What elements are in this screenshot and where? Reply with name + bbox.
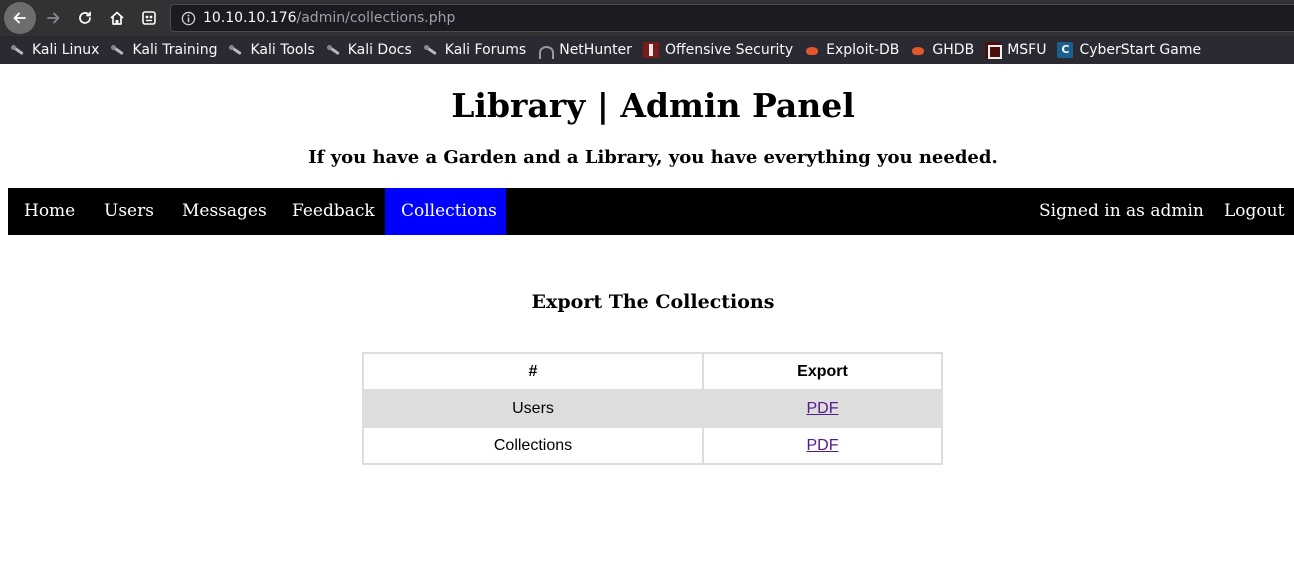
reload-icon <box>79 11 91 24</box>
kali-dragon-icon <box>228 42 244 58</box>
bookmark-cyberstart[interactable]: C CyberStart Game <box>1057 42 1201 58</box>
bookmark-kali-docs[interactable]: Kali Docs <box>326 42 412 58</box>
kali-dragon-icon <box>10 42 26 58</box>
table-row: Users PDF <box>362 389 943 428</box>
reader-view-button[interactable] <box>134 3 164 33</box>
home-icon <box>110 11 124 25</box>
bookmark-label: NetHunter <box>559 42 632 58</box>
bookmark-kali-training[interactable]: Kali Training <box>110 42 217 58</box>
nav-home[interactable]: Home <box>8 188 91 235</box>
nav-messages[interactable]: Messages <box>166 188 283 235</box>
nav-logout[interactable]: Logout <box>1208 188 1294 235</box>
signed-in-status: Signed in as admin <box>1039 201 1204 221</box>
export-table: # Export Users PDF Collections PDF <box>362 352 943 465</box>
bookmark-label: CyberStart Game <box>1079 42 1202 58</box>
kali-dragon-icon <box>326 42 342 58</box>
reload-button[interactable] <box>70 3 100 33</box>
back-arrow-icon <box>13 12 26 24</box>
home-button[interactable] <box>102 3 132 33</box>
cyberstart-icon: C <box>1057 42 1074 58</box>
back-button[interactable] <box>4 2 36 34</box>
main-navbar: Home Users Messages Feedback Collections… <box>8 188 1294 235</box>
url-text[interactable]: 10.10.10.176/admin/collections.php <box>203 10 455 26</box>
bookmark-kali-forums[interactable]: Kali Forums <box>423 42 526 58</box>
bookmark-label: Exploit-DB <box>826 42 900 58</box>
url-host: 10.10.10.176 <box>203 10 297 26</box>
forward-arrow-icon <box>47 12 60 24</box>
reader-icon <box>142 11 156 25</box>
bookmark-exploit-db[interactable]: Exploit-DB <box>804 42 899 58</box>
column-header: # <box>362 352 704 391</box>
bookmark-label: Kali Tools <box>250 42 315 58</box>
column-header: Export <box>702 352 943 391</box>
kali-dragon-icon <box>423 42 439 58</box>
table-header-row: # Export <box>362 352 943 391</box>
url-bar[interactable]: 10.10.10.176/admin/collections.php <box>170 4 1294 32</box>
nethunter-icon <box>537 42 555 59</box>
export-users-pdf-link[interactable]: PDF <box>807 400 839 417</box>
bookmark-label: Kali Docs <box>347 42 412 58</box>
nav-collections[interactable]: Collections <box>385 188 506 235</box>
nav-users[interactable]: Users <box>88 188 170 235</box>
section-heading: Export The Collections <box>531 291 775 313</box>
export-cell: PDF <box>702 426 943 465</box>
page-content: Library | Admin Panel If you have a Gard… <box>0 64 1294 575</box>
bookmark-label: MSFU <box>1007 42 1047 58</box>
bookmark-label: GHDB <box>932 42 975 58</box>
exploitdb-icon <box>910 42 926 58</box>
bookmark-ghdb[interactable]: GHDB <box>910 42 974 58</box>
bookmark-offensive-security[interactable]: Offensive Security <box>642 42 794 58</box>
export-collections-pdf-link[interactable]: PDF <box>807 437 839 454</box>
page-subtitle: If you have a Garden and a Library, you … <box>308 147 998 168</box>
url-path: /admin/collections.php <box>296 10 456 26</box>
bookmark-nethunter[interactable]: NetHunter <box>537 42 632 59</box>
info-icon[interactable] <box>181 11 196 26</box>
page-title: Library | Admin Panel <box>451 86 855 125</box>
bookmark-label: Offensive Security <box>664 42 794 58</box>
export-cell: PDF <box>702 389 943 428</box>
browser-chrome: 10.10.10.176/admin/collections.php Kali … <box>0 0 1294 64</box>
bookmark-label: Kali Forums <box>444 42 527 58</box>
table-row: Collections PDF <box>362 426 943 465</box>
bookmark-msfu[interactable]: MSFU <box>985 42 1047 59</box>
bookmark-label: Kali Linux <box>32 42 100 58</box>
bookmark-kali-linux[interactable]: Kali Linux <box>10 42 99 58</box>
row-name: Collections <box>362 426 704 465</box>
msfu-icon <box>985 42 1003 59</box>
forward-button[interactable] <box>38 3 68 33</box>
exploitdb-icon <box>804 42 820 58</box>
nav-feedback[interactable]: Feedback <box>276 188 391 235</box>
browser-toolbar: 10.10.10.176/admin/collections.php <box>0 0 1294 36</box>
bookmarks-bar: Kali Linux Kali Training Kali Tools Kali… <box>0 36 1294 64</box>
bookmark-label: Kali Training <box>132 42 218 58</box>
row-name: Users <box>362 389 704 428</box>
kali-dragon-icon <box>110 42 126 58</box>
offsec-icon <box>642 42 659 58</box>
bookmark-kali-tools[interactable]: Kali Tools <box>228 42 315 58</box>
